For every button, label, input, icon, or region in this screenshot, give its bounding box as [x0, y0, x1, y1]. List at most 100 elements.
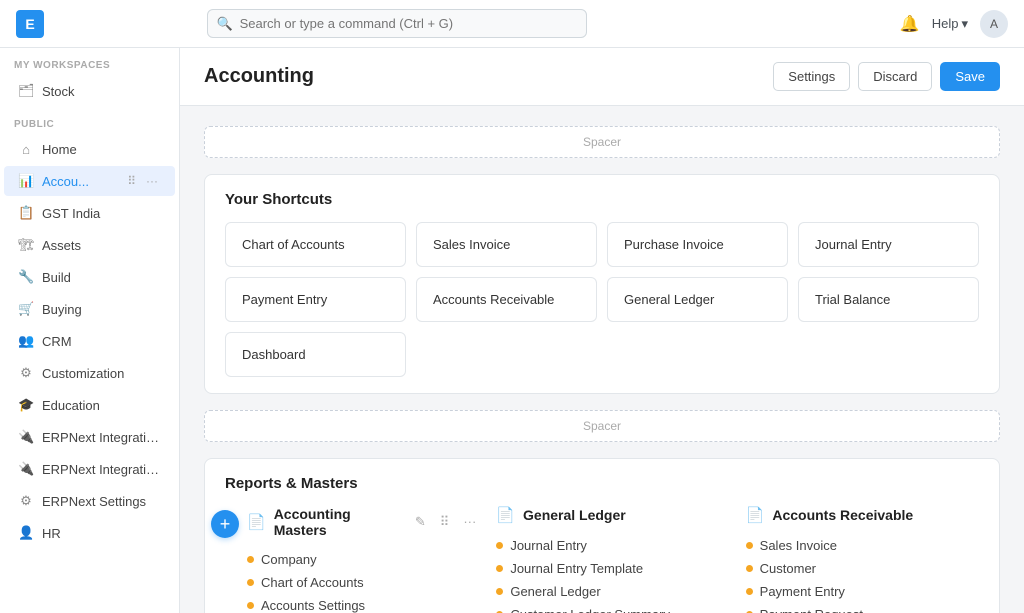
- sidebar-item-erpnext-settings[interactable]: ⚙ ERPNext Settings: [4, 486, 175, 516]
- topbar-right: 🔔 Help ▾ A: [900, 10, 1008, 38]
- sidebar-item-label: ERPNext Settings: [42, 494, 161, 509]
- spacer-2: Spacer: [204, 410, 1000, 442]
- dot-icon: [247, 602, 254, 609]
- sidebar-item-assets[interactable]: 🏗 Assets: [4, 230, 175, 260]
- sidebar-item-home[interactable]: ⌂ Home: [4, 135, 175, 164]
- list-item[interactable]: Payment Request: [746, 603, 979, 613]
- dot-icon: [247, 556, 254, 563]
- sidebar-item-label: Home: [42, 142, 161, 157]
- sidebar-item-customization[interactable]: ⚙ Customization: [4, 358, 175, 388]
- list-item[interactable]: Accounts Settings: [247, 594, 480, 613]
- shortcut-sales-invoice[interactable]: Sales Invoice: [416, 222, 597, 267]
- dot-icon: [247, 579, 254, 586]
- list-item[interactable]: Journal Entry Template: [496, 557, 729, 580]
- topbar: E 🔍 🔔 Help ▾ A: [0, 0, 1024, 48]
- report-col-accounting-masters: 📄 Accounting Masters ✎ ⠿ ··· Co: [247, 506, 480, 613]
- add-widget-button[interactable]: +: [211, 510, 239, 538]
- sidebar-item-education[interactable]: 🎓 Education: [4, 390, 175, 420]
- customization-icon: ⚙: [18, 365, 34, 381]
- add-button-wrapper: +: [211, 510, 239, 538]
- shortcut-dashboard[interactable]: Dashboard: [225, 332, 406, 377]
- list-item[interactable]: Chart of Accounts: [247, 571, 480, 594]
- sidebar-item-label: CRM: [42, 334, 161, 349]
- sidebar-item-erpnext-integration-2[interactable]: 🔌 ERPNext Integratio...: [4, 454, 175, 484]
- search-input[interactable]: [207, 9, 587, 38]
- shortcut-accounts-receivable[interactable]: Accounts Receivable: [416, 277, 597, 322]
- list-item[interactable]: Sales Invoice: [746, 534, 979, 557]
- shortcuts-title: Your Shortcuts: [225, 191, 979, 208]
- search-container: 🔍: [207, 9, 587, 38]
- shortcut-trial-balance[interactable]: Trial Balance: [798, 277, 979, 322]
- shortcuts-section: Your Shortcuts Chart of Accounts Sales I…: [204, 174, 1000, 394]
- list-item[interactable]: Customer: [746, 557, 979, 580]
- gst-icon: 📋: [18, 205, 34, 221]
- accounting-masters-icon: 📄: [247, 513, 266, 531]
- list-item[interactable]: Company: [247, 548, 480, 571]
- header-actions: Settings Discard Save: [773, 62, 1000, 91]
- spacer-1: Spacer: [204, 126, 1000, 158]
- crm-icon: 👥: [18, 333, 34, 349]
- avatar[interactable]: A: [980, 10, 1008, 38]
- shortcut-general-ledger[interactable]: General Ledger: [607, 277, 788, 322]
- report-col-header-accounts-receivable: 📄 Accounts Receivable: [746, 506, 979, 524]
- integration-icon-2: 🔌: [18, 461, 34, 477]
- list-item[interactable]: General Ledger: [496, 580, 729, 603]
- dot-icon: [496, 565, 503, 572]
- sidebar-item-label: Customization: [42, 366, 161, 381]
- discard-button[interactable]: Discard: [858, 62, 932, 91]
- accounts-receivable-list: Sales Invoice Customer Payment Entry Pay…: [746, 534, 979, 613]
- drag-icon[interactable]: ⠿: [124, 173, 139, 189]
- sidebar-item-label: Build: [42, 270, 161, 285]
- dot-icon: [746, 565, 753, 572]
- app-logo[interactable]: E: [16, 10, 44, 38]
- sidebar-item-accounting[interactable]: 📊 Accou... ⠿ ···: [4, 166, 175, 196]
- reports-masters-section: Reports & Masters + 📄 Accounting Mas: [204, 458, 1000, 613]
- general-ledger-title: General Ledger: [523, 507, 730, 523]
- drag-handle-icon[interactable]: ⠿: [436, 512, 454, 532]
- save-button[interactable]: Save: [940, 62, 1000, 91]
- public-label: PUBLIC: [0, 107, 179, 134]
- education-icon: 🎓: [18, 397, 34, 413]
- more-icon[interactable]: ···: [143, 173, 161, 189]
- home-icon: ⌂: [18, 142, 34, 157]
- help-button[interactable]: Help ▾: [932, 16, 968, 32]
- sidebar-item-crm[interactable]: 👥 CRM: [4, 326, 175, 356]
- shortcut-payment-entry[interactable]: Payment Entry: [225, 277, 406, 322]
- dot-icon: [746, 588, 753, 595]
- sidebar-item-erpnext-integration-1[interactable]: 🔌 ERPNext Integratio...: [4, 422, 175, 452]
- list-item[interactable]: Journal Entry: [496, 534, 729, 557]
- sidebar-item-buying[interactable]: 🛒 Buying: [4, 294, 175, 324]
- sidebar-item-hr[interactable]: 👤 HR: [4, 518, 175, 548]
- dot-icon: [746, 542, 753, 549]
- dot-icon: [496, 588, 503, 595]
- sidebar-item-label: GST India: [42, 206, 161, 221]
- erpnext-settings-icon: ⚙: [18, 493, 34, 509]
- page-header: Accounting Settings Discard Save: [180, 48, 1024, 106]
- sidebar-item-label: Assets: [42, 238, 161, 253]
- accounting-icon: 📊: [18, 173, 34, 189]
- list-item[interactable]: Customer Ledger Summary: [496, 603, 729, 613]
- shortcuts-grid: Chart of Accounts Sales Invoice Purchase…: [225, 222, 979, 377]
- more-options-icon[interactable]: ···: [459, 512, 480, 532]
- settings-button[interactable]: Settings: [773, 62, 850, 91]
- page-title: Accounting: [204, 65, 773, 88]
- sidebar-item-stock[interactable]: 🗂 Stock: [4, 76, 175, 106]
- accounts-receivable-icon: 📄: [746, 506, 765, 524]
- workspace-content: Spacer Your Shortcuts Chart of Accounts …: [180, 106, 1024, 613]
- notifications-icon[interactable]: 🔔: [900, 14, 920, 34]
- search-icon: 🔍: [217, 16, 233, 32]
- sidebar-item-actions: ⠿ ···: [124, 173, 161, 189]
- sidebar-item-label: HR: [42, 526, 161, 541]
- edit-icon[interactable]: ✎: [411, 512, 430, 532]
- shortcut-purchase-invoice[interactable]: Purchase Invoice: [607, 222, 788, 267]
- list-item[interactable]: Payment Entry: [746, 580, 979, 603]
- sidebar-item-label: ERPNext Integratio...: [42, 462, 161, 477]
- sidebar-item-gst[interactable]: 📋 GST India: [4, 198, 175, 228]
- shortcut-chart-of-accounts[interactable]: Chart of Accounts: [225, 222, 406, 267]
- assets-icon: 🏗: [18, 237, 34, 253]
- shortcut-journal-entry[interactable]: Journal Entry: [798, 222, 979, 267]
- sidebar-item-label: ERPNext Integratio...: [42, 430, 161, 445]
- sidebar-item-build[interactable]: 🔧 Build: [4, 262, 175, 292]
- report-col-accounts-receivable: 📄 Accounts Receivable Sales Invoice Cust…: [746, 506, 979, 613]
- accounts-receivable-title: Accounts Receivable: [772, 507, 979, 523]
